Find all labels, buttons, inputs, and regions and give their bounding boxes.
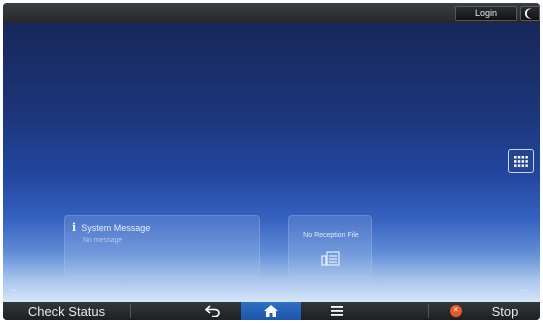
fax-icon: [321, 251, 340, 266]
stop-button[interactable]: ✕ Stop: [428, 302, 540, 320]
divider: [130, 304, 131, 318]
page-indicator-left: ..: [11, 283, 19, 293]
reception-file-widget[interactable]: No Reception File: [288, 215, 372, 277]
menu-icon: [331, 306, 343, 316]
page-indicator-right: ..: [520, 283, 528, 293]
login-label: Login: [474, 8, 498, 18]
energy-saver-button[interactable]: [520, 6, 540, 21]
top-status-bar: Login: [3, 3, 540, 23]
stop-label: Stop: [491, 303, 519, 319]
system-message-header: i System Message: [72, 222, 150, 233]
home-button[interactable]: [241, 302, 301, 320]
reception-file-label: No Reception File: [303, 232, 359, 239]
login-button[interactable]: Login: [455, 6, 517, 21]
stop-icon: ✕: [449, 305, 462, 317]
bottom-navigation-bar: Check Status ✕ Stop: [3, 302, 540, 320]
back-arrow-icon: [205, 305, 220, 317]
info-icon: i: [72, 221, 77, 234]
menu-button[interactable]: [309, 302, 365, 320]
back-button[interactable]: [185, 302, 241, 320]
home-icon: [264, 305, 278, 317]
system-message-text: No message: [83, 237, 123, 244]
check-status-label: Check Status: [27, 303, 106, 319]
device-screen: Login i System Message No message No Rec…: [3, 3, 540, 320]
system-message-title: System Message: [81, 222, 151, 233]
moon-icon: [525, 8, 532, 19]
keypad-button[interactable]: [508, 149, 534, 173]
system-message-widget[interactable]: i System Message No message: [64, 215, 260, 277]
check-status-button[interactable]: Check Status: [3, 302, 130, 320]
home-screen-area: i System Message No message No Reception…: [3, 23, 540, 302]
keypad-icon: [514, 155, 528, 167]
